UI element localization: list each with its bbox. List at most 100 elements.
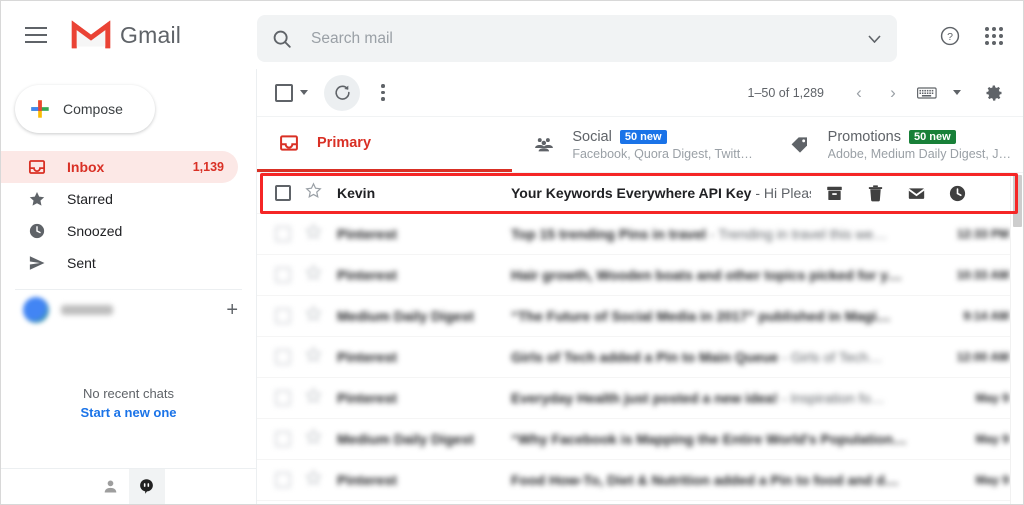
search-options-chevron-down-icon[interactable]	[859, 24, 889, 54]
keyboard-chevron-down-icon[interactable]	[953, 90, 961, 95]
star-icon	[27, 189, 47, 209]
keyboard-input-tools-icon[interactable]	[912, 78, 942, 108]
sidebar-item-label: Inbox	[67, 159, 105, 175]
star-icon[interactable]	[305, 346, 323, 368]
tab-label: Social	[572, 128, 612, 145]
chat-current-user[interactable]: +	[1, 290, 256, 330]
highlighted-row-wrapper: Kevin Your Keywords Everywhere API Key -…	[257, 173, 1023, 214]
tab-social-text: Social 50 new Facebook, Quora Digest, Tw…	[572, 129, 752, 161]
table-row[interactable]: Pinterest Everyday Health just posted a …	[257, 378, 1023, 419]
select-all-checkbox[interactable]	[275, 83, 293, 102]
star-icon[interactable]	[305, 264, 323, 286]
row-subject-area: Top 15 trending Pins in travel - Trendin…	[511, 226, 947, 242]
settings-gear-icon[interactable]	[979, 78, 1009, 108]
tab-promotions[interactable]: Promotions 50 new Adobe, Medium Daily Di…	[768, 117, 1023, 172]
top-header-bar: Gmail ?	[1, 1, 1023, 69]
prev-page-button[interactable]: ‹	[844, 78, 874, 108]
sidebar-item-label: Sent	[67, 255, 96, 271]
mail-category-tabs: Primary Social 50 new Facebook, Quora Di…	[257, 117, 1023, 173]
snooze-clock-icon[interactable]	[948, 184, 967, 203]
sidebar-item-snoozed[interactable]: Snoozed	[1, 215, 238, 247]
sidebar-item-starred[interactable]: Starred	[1, 183, 238, 215]
row-hover-actions	[811, 184, 991, 203]
row-subject-area: Hair growth, Wooden boats and other topi…	[511, 267, 947, 283]
archive-icon[interactable]	[825, 184, 844, 203]
star-icon[interactable]	[305, 469, 323, 491]
row-subject-area: Your Keywords Everywhere API Key - Hi Pl…	[511, 185, 811, 201]
row-checkbox[interactable]	[275, 226, 291, 242]
no-recent-chats-text: No recent chats	[82, 386, 175, 401]
table-row[interactable]: Kevin Your Keywords Everywhere API Key -…	[257, 173, 1023, 214]
gmail-m-logo-icon	[71, 20, 111, 49]
star-icon[interactable]	[305, 428, 323, 450]
delete-icon[interactable]	[866, 184, 885, 203]
mail-main-panel: 1–50 of 1,289 ‹ › Primary Social 50 new …	[257, 69, 1023, 504]
row-subject: Girls of Tech added a Pin to Main Queue	[511, 349, 779, 365]
row-subject-area: Everyday Health just posted a new idea! …	[511, 390, 947, 406]
gmail-window: Gmail ?	[0, 0, 1024, 505]
gmail-logo[interactable]: Gmail	[71, 20, 181, 50]
search-bar[interactable]	[257, 15, 897, 62]
scrollbar-thumb[interactable]	[1013, 175, 1022, 227]
search-input[interactable]	[311, 29, 859, 48]
row-sender: Pinterest	[337, 349, 397, 365]
row-checkbox[interactable]	[275, 349, 291, 365]
pagination-count: 1–50 of 1,289	[747, 85, 824, 100]
table-row[interactable]: Pinterest Top 15 trending Pins in travel…	[257, 214, 1023, 255]
tag-icon	[788, 135, 812, 155]
table-row[interactable]: Medium Daily Digest “The Future of Socia…	[257, 296, 1023, 337]
table-row[interactable]: Pinterest Girls of Tech added a Pin to M…	[257, 337, 1023, 378]
tab-social[interactable]: Social 50 new Facebook, Quora Digest, Tw…	[512, 117, 767, 172]
row-checkbox[interactable]	[275, 308, 291, 324]
add-contact-button[interactable]: +	[226, 300, 238, 320]
tab-primary-text: Primary	[317, 135, 371, 151]
select-all-chevron-down-icon[interactable]	[300, 90, 308, 95]
avatar	[23, 297, 49, 323]
next-page-button[interactable]: ›	[878, 78, 908, 108]
sidebar-item-sent[interactable]: Sent	[1, 247, 238, 279]
sidebar-item-inbox[interactable]: Inbox 1,139	[1, 151, 238, 183]
mark-unread-icon[interactable]	[907, 184, 926, 203]
table-row[interactable]: Pinterest Food How-To, Diet & Nutrition …	[257, 460, 1023, 501]
table-row[interactable]: Pinterest Hair growth, Wooden boats and …	[257, 255, 1023, 296]
chat-footer-bar	[1, 468, 256, 504]
toolbar-right-group: 1–50 of 1,289 ‹ ›	[748, 78, 1019, 108]
apps-grid-icon[interactable]	[979, 21, 1009, 51]
row-sender: Pinterest	[337, 472, 397, 488]
hangouts-chat-icon[interactable]	[128, 468, 165, 504]
row-subject: Top 15 trending Pins in travel	[511, 226, 706, 242]
star-icon[interactable]	[305, 387, 323, 409]
start-a-new-chat-link[interactable]: Start a new one	[1, 405, 256, 420]
compose-button[interactable]: Compose	[15, 85, 155, 133]
help-icon[interactable]: ?	[935, 21, 965, 51]
row-checkbox[interactable]	[275, 267, 291, 283]
contacts-person-icon[interactable]	[93, 469, 129, 505]
mail-list-scrollbar[interactable]	[1010, 173, 1023, 504]
row-checkbox[interactable]	[275, 472, 291, 488]
refresh-button[interactable]	[324, 74, 360, 111]
tab-primary[interactable]: Primary	[257, 117, 513, 172]
row-subject: Your Keywords Everywhere API Key	[511, 185, 752, 201]
star-icon[interactable]	[305, 305, 323, 327]
gmail-wordmark: Gmail	[120, 21, 182, 48]
clock-icon	[27, 221, 47, 241]
inbox-icon	[27, 157, 47, 177]
tab-sub-senders: Facebook, Quora Digest, Twitt…	[572, 146, 753, 161]
row-snippet: - Trending in travel this we…	[706, 226, 888, 242]
row-subject: Food How-To, Diet & Nutrition added a Pi…	[511, 472, 899, 488]
row-sender: Pinterest	[337, 226, 397, 242]
star-icon[interactable]	[305, 182, 323, 204]
row-checkbox[interactable]	[275, 431, 291, 447]
row-checkbox[interactable]	[275, 185, 291, 201]
row-subject-area: “Why Facebook is Mapping the Entire Worl…	[511, 431, 947, 447]
hamburger-menu-icon[interactable]	[13, 12, 59, 58]
row-checkbox[interactable]	[275, 390, 291, 406]
row-subject: Hair growth, Wooden boats and other topi…	[511, 267, 902, 283]
row-subject: “Why Facebook is Mapping the Entire Worl…	[511, 431, 907, 447]
star-icon[interactable]	[305, 223, 323, 245]
tab-new-badge: 50 new	[619, 129, 667, 144]
mail-toolbar: 1–50 of 1,289 ‹ ›	[257, 69, 1023, 117]
more-vertical-icon[interactable]	[368, 78, 398, 108]
send-icon	[27, 253, 47, 273]
table-row[interactable]: Medium Daily Digest “Why Facebook is Map…	[257, 419, 1023, 460]
